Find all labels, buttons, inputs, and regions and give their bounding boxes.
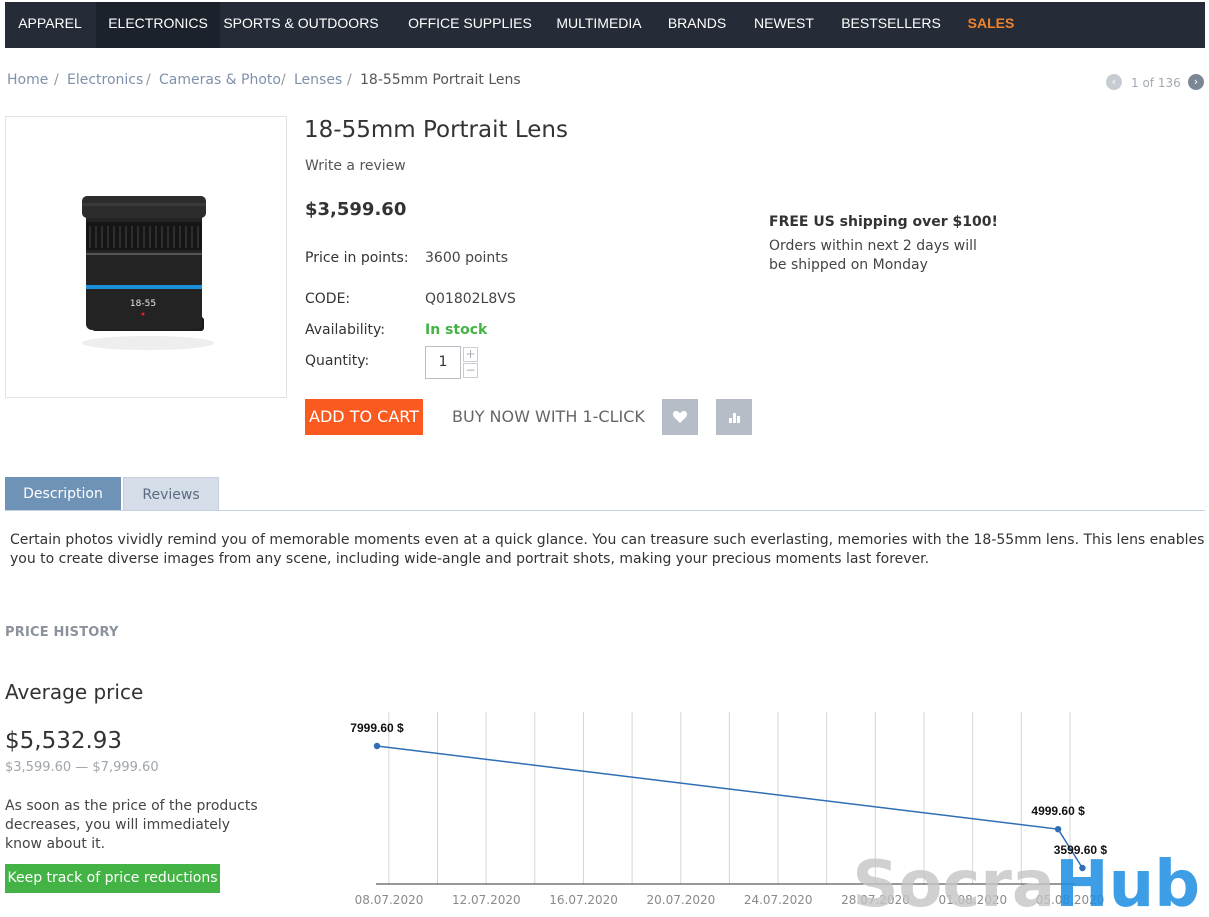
top-navigation: APPAREL ELECTRONICS SPORTS & OUTDOORS OF… <box>5 2 1205 48</box>
breadcrumb-separator: / <box>146 72 151 88</box>
points-value: 3600 points <box>425 250 509 266</box>
nav-item-bestsellers[interactable]: BESTSELLERS <box>835 2 947 48</box>
quantity-label: Quantity: <box>305 353 370 369</box>
nav-item-sales[interactable]: SALES <box>960 2 1022 48</box>
price-history-chart: 08.07.2020 12.07.2020 16.07.2020 20.07.2020… <box>350 712 1200 917</box>
buy-now-one-click-link[interactable]: BUY NOW WITH 1-CLICK <box>452 399 645 435</box>
shipping-line-1: Orders within next 2 days will <box>769 238 977 254</box>
nav-item-brands[interactable]: BRANDS <box>660 2 734 48</box>
nav-item-newest[interactable]: NEWEST <box>747 2 821 48</box>
average-price-title: Average price <box>5 680 144 704</box>
data-label: 7999.60 $ <box>350 721 404 735</box>
nav-item-multimedia[interactable]: MULTIMEDIA <box>550 2 648 48</box>
tab-reviews[interactable]: Reviews <box>123 477 219 511</box>
heart-icon <box>672 411 688 423</box>
bar-chart-icon <box>729 413 740 423</box>
breadcrumb-separator: / <box>281 72 286 88</box>
breadcrumb-separator: / <box>54 72 59 88</box>
breadcrumb-home[interactable]: Home <box>7 72 48 88</box>
nav-item-sports-outdoors[interactable]: SPORTS & OUTDOORS <box>221 2 381 48</box>
price-drop-note: As soon as the price of the products dec… <box>5 798 258 852</box>
breadcrumb-electronics[interactable]: Electronics <box>67 72 143 88</box>
product-title: 18-55mm Portrait Lens <box>304 117 568 143</box>
price-history-heading: PRICE HISTORY <box>5 625 119 640</box>
chevron-right-icon[interactable]: › <box>1188 74 1204 90</box>
quantity-input[interactable]: 1 <box>425 346 461 379</box>
x-tick-label: 12.07.2020 <box>452 893 521 907</box>
nav-item-office-supplies[interactable]: OFFICE SUPPLIES <box>397 2 543 48</box>
shipping-headline: FREE US shipping over $100! <box>769 214 998 230</box>
tabs-divider <box>5 510 1205 511</box>
watermark-logo: SocraHub <box>852 848 1200 917</box>
price-range: $3,599.60 — $7,999.60 <box>5 760 159 775</box>
breadcrumb-separator: / <box>347 72 352 88</box>
nav-item-electronics[interactable]: ELECTRONICS <box>96 2 220 48</box>
product-image[interactable]: 18-55 <box>5 116 287 398</box>
x-tick-label: 08.07.2020 <box>355 893 424 907</box>
write-review-link[interactable]: Write a review <box>305 158 406 174</box>
data-label: 4999.60 $ <box>1031 804 1085 818</box>
track-price-button[interactable]: Keep track of price reductions <box>5 864 220 893</box>
breadcrumb-cameras-photo[interactable]: Cameras & Photo <box>159 72 281 88</box>
x-tick-label: 24.07.2020 <box>744 893 813 907</box>
average-price-value: $5,532.93 <box>5 728 123 754</box>
lens-marking: 18-55 <box>130 299 156 309</box>
wishlist-button[interactable] <box>662 399 698 435</box>
quantity-increment-button[interactable]: + <box>463 347 478 362</box>
data-point[interactable] <box>1054 825 1062 833</box>
shipping-line-2: be shipped on Monday <box>769 257 928 273</box>
breadcrumb-lenses[interactable]: Lenses <box>294 72 342 88</box>
compare-button[interactable] <box>716 399 752 435</box>
product-description: Certain photos vividly remind you of mem… <box>10 532 1205 567</box>
availability-value: In stock <box>425 322 488 338</box>
chevron-left-icon[interactable]: ‹ <box>1106 74 1122 90</box>
lens-image: 18-55 <box>82 196 214 350</box>
tab-description[interactable]: Description <box>5 477 121 511</box>
product-price: $3,599.60 <box>305 199 407 220</box>
nav-item-apparel[interactable]: APPAREL <box>5 2 95 48</box>
quantity-decrement-button[interactable]: − <box>463 363 478 378</box>
data-point[interactable] <box>373 742 381 750</box>
code-value: Q01802L8VS <box>425 291 516 307</box>
breadcrumb-current: 18-55mm Portrait Lens <box>360 72 521 88</box>
pager-text: 1 of 136 <box>1131 76 1181 90</box>
add-to-cart-button[interactable]: ADD TO CART <box>305 399 423 435</box>
x-tick-label: 16.07.2020 <box>549 893 618 907</box>
points-label: Price in points: <box>305 250 409 266</box>
availability-label: Availability: <box>305 322 386 338</box>
code-label: CODE: <box>305 291 351 307</box>
x-tick-label: 20.07.2020 <box>647 893 716 907</box>
